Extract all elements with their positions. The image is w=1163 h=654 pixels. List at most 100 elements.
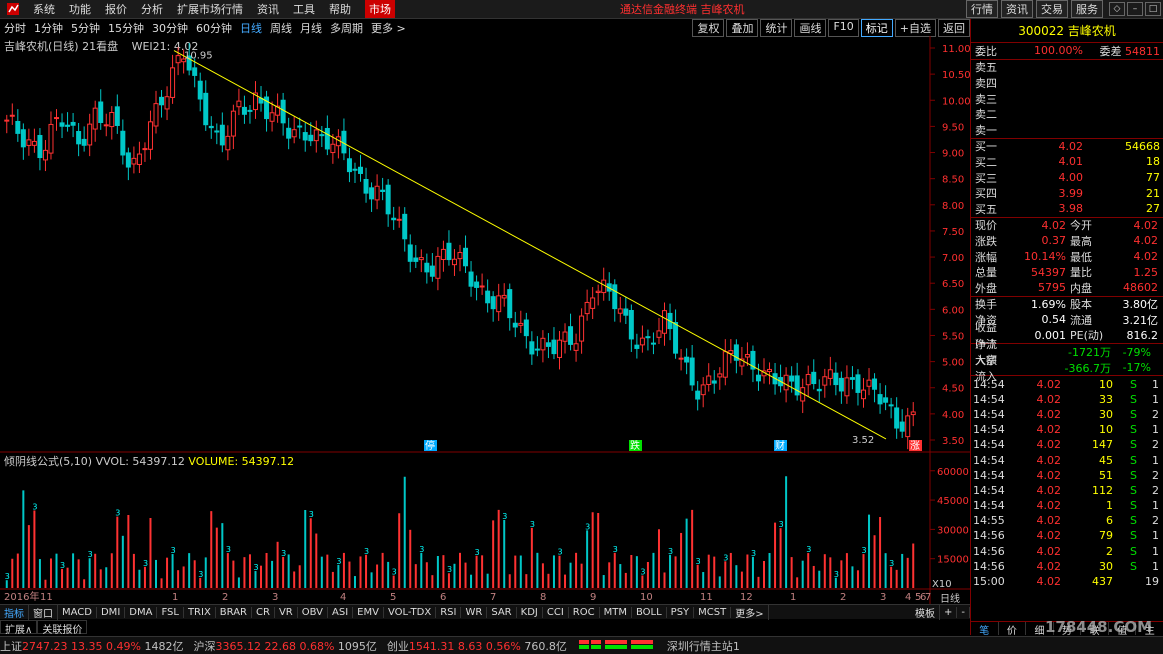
service-button[interactable]: 服务 [1071,0,1103,18]
fuquan-button[interactable]: 复权 [692,19,725,37]
candle-body [534,348,540,351]
candle-body [662,310,668,334]
mark-button[interactable]: 标记 [860,19,893,37]
period-more[interactable]: 更多 > [371,20,406,36]
menu-news[interactable]: 资讯 [257,1,279,17]
candle-body [501,294,507,299]
vol-tick-label: 30000 [937,525,969,536]
period-monthly[interactable]: 月线 [300,20,322,36]
stat-label: 内盘 [1070,281,1092,295]
panel-tab[interactable]: 笔 [971,622,999,637]
indicator-tab[interactable]: DMI [97,606,126,618]
f10-button[interactable]: F10 [828,19,859,37]
buy-row[interactable]: 买一 4.02 54668 [971,139,1163,155]
indicator-tab[interactable]: BRAR [216,606,252,618]
tick-time: 14:54 [973,438,1005,452]
period-60min[interactable]: 60分钟 [196,20,232,36]
indicator-tab[interactable]: DMA [125,606,158,618]
candle-body [838,377,844,392]
indicator-tab[interactable]: VOL-TDX [384,606,437,618]
menu-quote[interactable]: 报价 [105,1,127,17]
indicator-tab[interactable]: TRIX [184,606,216,618]
menu-market[interactable]: 市场 [365,0,395,18]
fund-label: 换手 [975,298,997,312]
menu-bar: 系统 功能 报价 分析 扩展市场行情 资讯 工具 帮助 市场 通达信金融终端 吉… [0,0,1163,19]
menu-help[interactable]: 帮助 [329,1,351,17]
indicator-tab[interactable]: CCI [543,606,569,618]
back-button[interactable]: 返回 [938,19,970,37]
news-button[interactable]: 资讯 [1001,0,1033,18]
overlay-button[interactable]: 叠加 [726,19,759,37]
template-button[interactable]: 模板 [911,604,940,620]
period-5min[interactable]: 5分钟 [71,20,100,36]
period-fenshi[interactable]: 分时 [4,20,26,36]
xtick-label: 11 [700,592,713,603]
indicator-tab[interactable]: MACD [58,606,97,618]
expand-tab[interactable]: 扩展∧ [0,620,38,636]
indicator-tab[interactable]: PSY [667,606,695,618]
menu-tools[interactable]: 工具 [293,1,315,17]
period-daily[interactable]: 日线 [240,20,262,36]
candle-body [451,258,457,266]
maximize-icon[interactable]: □ [1145,2,1161,16]
period-multi[interactable]: 多周期 [330,20,363,36]
candle-body [241,106,247,115]
indicator-tab[interactable]: RSI [436,606,462,618]
indicator-tab[interactable]: KDJ [517,606,543,618]
draw-line-button[interactable]: 画线 [794,19,827,37]
buy-row[interactable]: 买二 4.01 18 [971,154,1163,170]
candle-body [48,123,54,154]
candle-body [783,374,789,391]
template-button[interactable]: + [940,606,958,618]
period-15min[interactable]: 15分钟 [108,20,144,36]
indicator-tab[interactable]: ROC [569,606,600,618]
related-quote-tab[interactable]: 关联报价 [37,620,88,636]
kline-chart[interactable]: 11.00 10.50 10.00 9.50 9.00 8.50 8.00 7.50 7.00 6… [0,36,970,604]
period-weekly[interactable]: 周线 [270,20,292,36]
candle-body [617,308,623,314]
indicator-tab[interactable]: 指标 [0,604,29,620]
menu-system[interactable]: 系统 [33,1,55,17]
buy-row[interactable]: 买三 4.00 77 [971,170,1163,186]
indicator-tab[interactable]: MTM [600,606,632,618]
add-watchlist-button[interactable]: +自选 [894,19,936,37]
tick-row: 14:54 4.02 33 S 1 [971,392,1163,407]
tick-volume: 6 [1106,514,1113,528]
hq-button[interactable]: 行情 [966,0,998,18]
menu-function[interactable]: 功能 [69,1,91,17]
sell-row: 卖三 [971,91,1163,107]
indicator-tab[interactable]: ASI [328,606,354,618]
sell-row: 卖五 [971,60,1163,76]
buy-price: 3.99 [1058,186,1084,200]
stats-button[interactable]: 统计 [760,19,793,37]
minimize-icon[interactable]: – [1127,2,1143,16]
candle-body [54,117,60,120]
weicha-label: 委差 [1099,44,1122,58]
period-1min[interactable]: 1分钟 [34,20,63,36]
template-button[interactable]: - [957,606,970,618]
buy-row[interactable]: 买四 3.99 21 [971,185,1163,201]
indicator-tab[interactable]: CR [252,606,275,618]
indicator-tab[interactable]: BOLL [632,606,667,618]
indicator-tab[interactable]: MCST [694,606,732,618]
ytick-label: 7.00 [942,253,964,264]
indicator-tab[interactable]: 窗口 [29,604,58,620]
trade-button[interactable]: 交易 [1036,0,1068,18]
tick-price: 4.02 [1036,483,1062,497]
volume-tag: 3 [696,557,701,566]
pin-icon[interactable]: ◇ [1109,2,1125,16]
buy-row[interactable]: 买五 3.98 27 [971,201,1163,217]
menu-analysis[interactable]: 分析 [141,1,163,17]
menu-ext-market[interactable]: 扩展市场行情 [177,1,243,17]
indicator-tab[interactable]: EMV [353,606,384,618]
candle-body [159,96,165,106]
indicator-tab[interactable]: FSL [157,606,184,618]
indicator-tab[interactable]: VR [275,606,298,618]
indicator-tab[interactable]: 更多> [731,604,769,620]
indicator-tab[interactable]: OBV [298,606,328,618]
indicator-tab[interactable]: WR [461,606,488,618]
tick-volume: 2 [1106,544,1113,558]
period-30min[interactable]: 30分钟 [152,20,188,36]
indicator-tab[interactable]: SAR [487,606,517,618]
panel-tab[interactable]: 价 [999,622,1027,637]
